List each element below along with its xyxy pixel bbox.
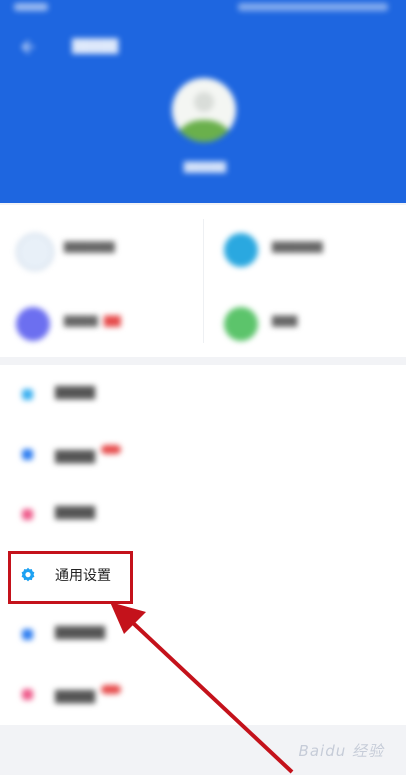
highlight-box xyxy=(8,551,133,604)
list-item-label: ▇▇▇▇ xyxy=(55,505,95,520)
grid-item-3-icon xyxy=(16,307,50,341)
grid-item-1-icon xyxy=(16,233,54,271)
list-item-icon xyxy=(22,389,33,400)
grid-item-1[interactable]: ▇▇▇▇▇▇ xyxy=(4,211,194,281)
watermark: Baidu 经验 xyxy=(298,742,384,760)
grid-item-3-label: ▇▇▇▇ ▇▇ xyxy=(64,314,121,327)
list-item[interactable]: ▇▇▇▇ xyxy=(0,425,406,485)
avatar-body xyxy=(172,120,236,142)
grid-item-2[interactable]: ▇▇▇▇▇▇ xyxy=(212,211,402,281)
avatar-head xyxy=(194,92,214,112)
list-item-icon xyxy=(22,689,33,700)
status-bar xyxy=(0,0,406,20)
list-item-label: ▇▇▇▇ xyxy=(55,445,121,464)
grid-item-3[interactable]: ▇▇▇▇ ▇▇ xyxy=(4,285,194,355)
username: ▇▇▇▇▇ xyxy=(183,160,227,173)
page-title: ▇▇▇▇ xyxy=(72,36,119,54)
profile-header: ▇▇▇▇ ▇▇▇▇▇ xyxy=(0,0,406,203)
grid-divider xyxy=(203,219,204,343)
grid-item-4-label: ▇▇▇ xyxy=(272,314,298,327)
list-item-icon xyxy=(22,629,33,640)
list-item-label: ▇▇▇▇▇ xyxy=(55,625,105,640)
grid-item-2-icon xyxy=(224,233,258,267)
grid-item-4[interactable]: ▇▇▇ xyxy=(212,285,402,355)
grid-item-1-label: ▇▇▇▇▇▇ xyxy=(64,240,115,253)
list-item[interactable]: ▇▇▇▇ xyxy=(0,485,406,545)
list-item-label: ▇▇▇▇ xyxy=(55,685,121,704)
grid-item-4-icon xyxy=(224,307,258,341)
list-item-label: ▇▇▇▇ xyxy=(55,385,95,400)
grid-item-2-label: ▇▇▇▇▇▇ xyxy=(272,240,323,253)
list-item[interactable]: ▇▇▇▇ xyxy=(0,365,406,425)
quick-access-grid: ▇▇▇▇▇▇ ▇▇▇▇▇▇ ▇▇▇▇ ▇▇ ▇▇▇ xyxy=(0,205,406,357)
settings-list: ▇▇▇▇ ▇▇▇▇ ▇▇▇▇ 通用设置 ▇▇▇▇▇ ▇▇▇▇ xyxy=(0,365,406,725)
avatar[interactable] xyxy=(172,78,236,142)
status-bar-left xyxy=(14,3,48,11)
status-bar-right xyxy=(238,3,388,11)
list-item[interactable]: ▇▇▇▇▇ xyxy=(0,605,406,665)
back-arrow-icon[interactable] xyxy=(18,38,36,56)
list-item[interactable]: ▇▇▇▇ xyxy=(0,665,406,725)
list-item-icon xyxy=(22,509,33,520)
list-item-icon xyxy=(22,449,33,460)
